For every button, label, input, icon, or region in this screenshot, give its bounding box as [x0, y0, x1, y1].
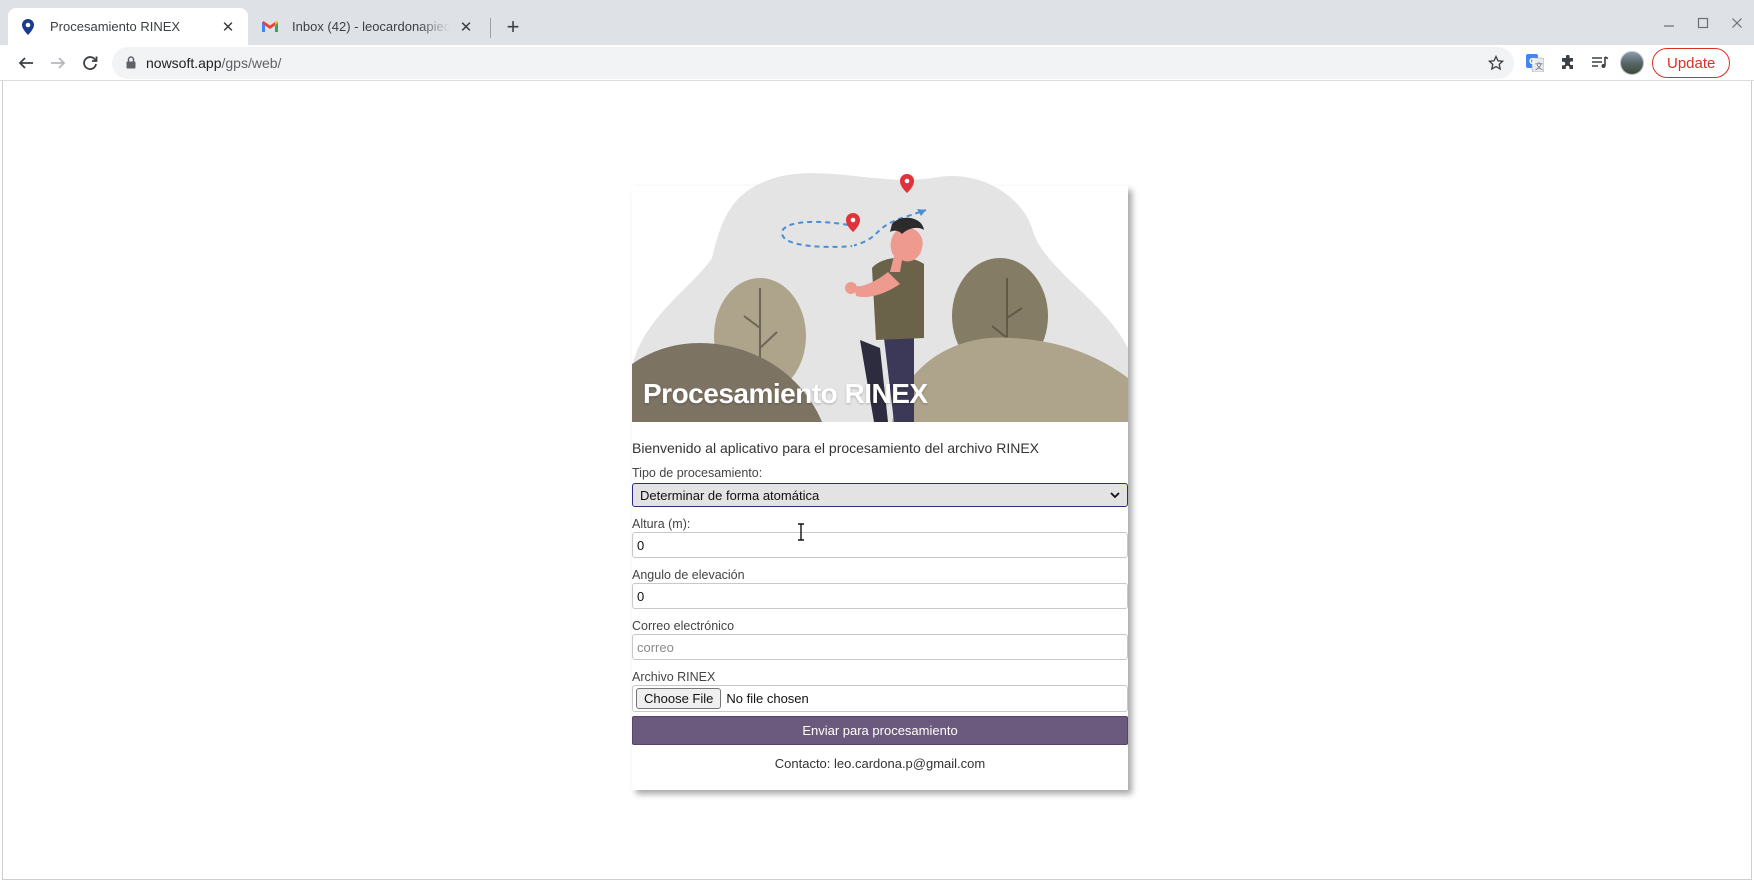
- page-title: Procesamiento RINEX: [643, 378, 928, 409]
- minimize-window-icon[interactable]: [1658, 12, 1680, 34]
- tab-strip: Procesamiento RINEX ✕ Inbox (42) - leoca…: [0, 0, 1754, 45]
- back-arrow-icon[interactable]: [12, 49, 40, 77]
- tab-separator: [490, 18, 491, 38]
- close-tab-icon[interactable]: ✕: [220, 19, 236, 36]
- url-path: /gps/web/: [221, 55, 282, 71]
- address-bar[interactable]: nowsoft.app/gps/web/: [112, 47, 1514, 79]
- welcome-text: Bienvenido al aplicativo para el procesa…: [632, 440, 1039, 456]
- tab-title: Inbox (42) - leocardonapiedrahita: [292, 19, 450, 34]
- extensions-puzzle-icon[interactable]: [1556, 51, 1580, 75]
- browser-toolbar: nowsoft.app/gps/web/ G文 Update: [0, 45, 1754, 81]
- tab-gmail-inbox[interactable]: Inbox (42) - leocardonapiedrahita ✕: [250, 8, 486, 45]
- url-text: nowsoft.app/gps/web/: [146, 55, 281, 71]
- choose-file-button[interactable]: Choose File: [636, 688, 722, 709]
- maximize-window-icon[interactable]: [1692, 12, 1714, 34]
- tipo-procesamiento-value: Determinar de forma atomática: [640, 487, 820, 503]
- reload-icon[interactable]: [76, 49, 104, 77]
- url-host: nowsoft.app: [146, 55, 222, 71]
- angulo-elevacion-input[interactable]: 0: [632, 583, 1128, 609]
- tab-title: Procesamiento RINEX: [50, 19, 181, 34]
- update-button[interactable]: Update: [1652, 48, 1731, 78]
- close-tab-icon[interactable]: ✕: [458, 19, 474, 36]
- archivo-rinex-label: Archivo RINEX: [632, 670, 716, 684]
- correo-input[interactable]: correo: [632, 634, 1128, 660]
- altura-label: Altura (m):: [632, 517, 691, 531]
- google-translate-icon[interactable]: G文: [1523, 51, 1547, 75]
- correo-label: Correo electrónico: [632, 619, 735, 633]
- map-pin-icon: [20, 18, 36, 35]
- gmail-icon: [262, 19, 278, 35]
- lock-icon[interactable]: [126, 56, 136, 74]
- altura-input[interactable]: 0: [632, 532, 1128, 558]
- tab-procesamiento-rinex[interactable]: Procesamiento RINEX ✕: [8, 8, 248, 45]
- archivo-rinex-file-input[interactable]: Choose File No file chosen: [632, 685, 1128, 712]
- submit-button[interactable]: Enviar para procesamiento: [632, 716, 1128, 745]
- contact-text: Contacto: leo.cardona.p@gmail.com: [774, 756, 986, 771]
- file-status-text: No file chosen: [726, 691, 809, 706]
- forward-arrow-icon[interactable]: [44, 49, 72, 77]
- text-cursor-icon: [796, 523, 806, 546]
- bookmark-star-icon[interactable]: [1486, 53, 1506, 73]
- hero-illustration: Procesamiento RINEX: [632, 168, 1128, 422]
- angulo-elevacion-label: Angulo de elevación: [632, 568, 745, 582]
- media-queue-icon[interactable]: [1588, 51, 1612, 75]
- profile-avatar[interactable]: [1620, 51, 1644, 75]
- tipo-procesamiento-label: Tipo de procesamiento:: [632, 466, 763, 480]
- tipo-procesamiento-select[interactable]: Determinar de forma atomática: [632, 483, 1128, 507]
- new-tab-button[interactable]: +: [500, 14, 526, 40]
- svg-text:文: 文: [1535, 61, 1543, 71]
- close-window-icon[interactable]: [1726, 12, 1748, 34]
- chevron-down-icon: [1109, 489, 1121, 504]
